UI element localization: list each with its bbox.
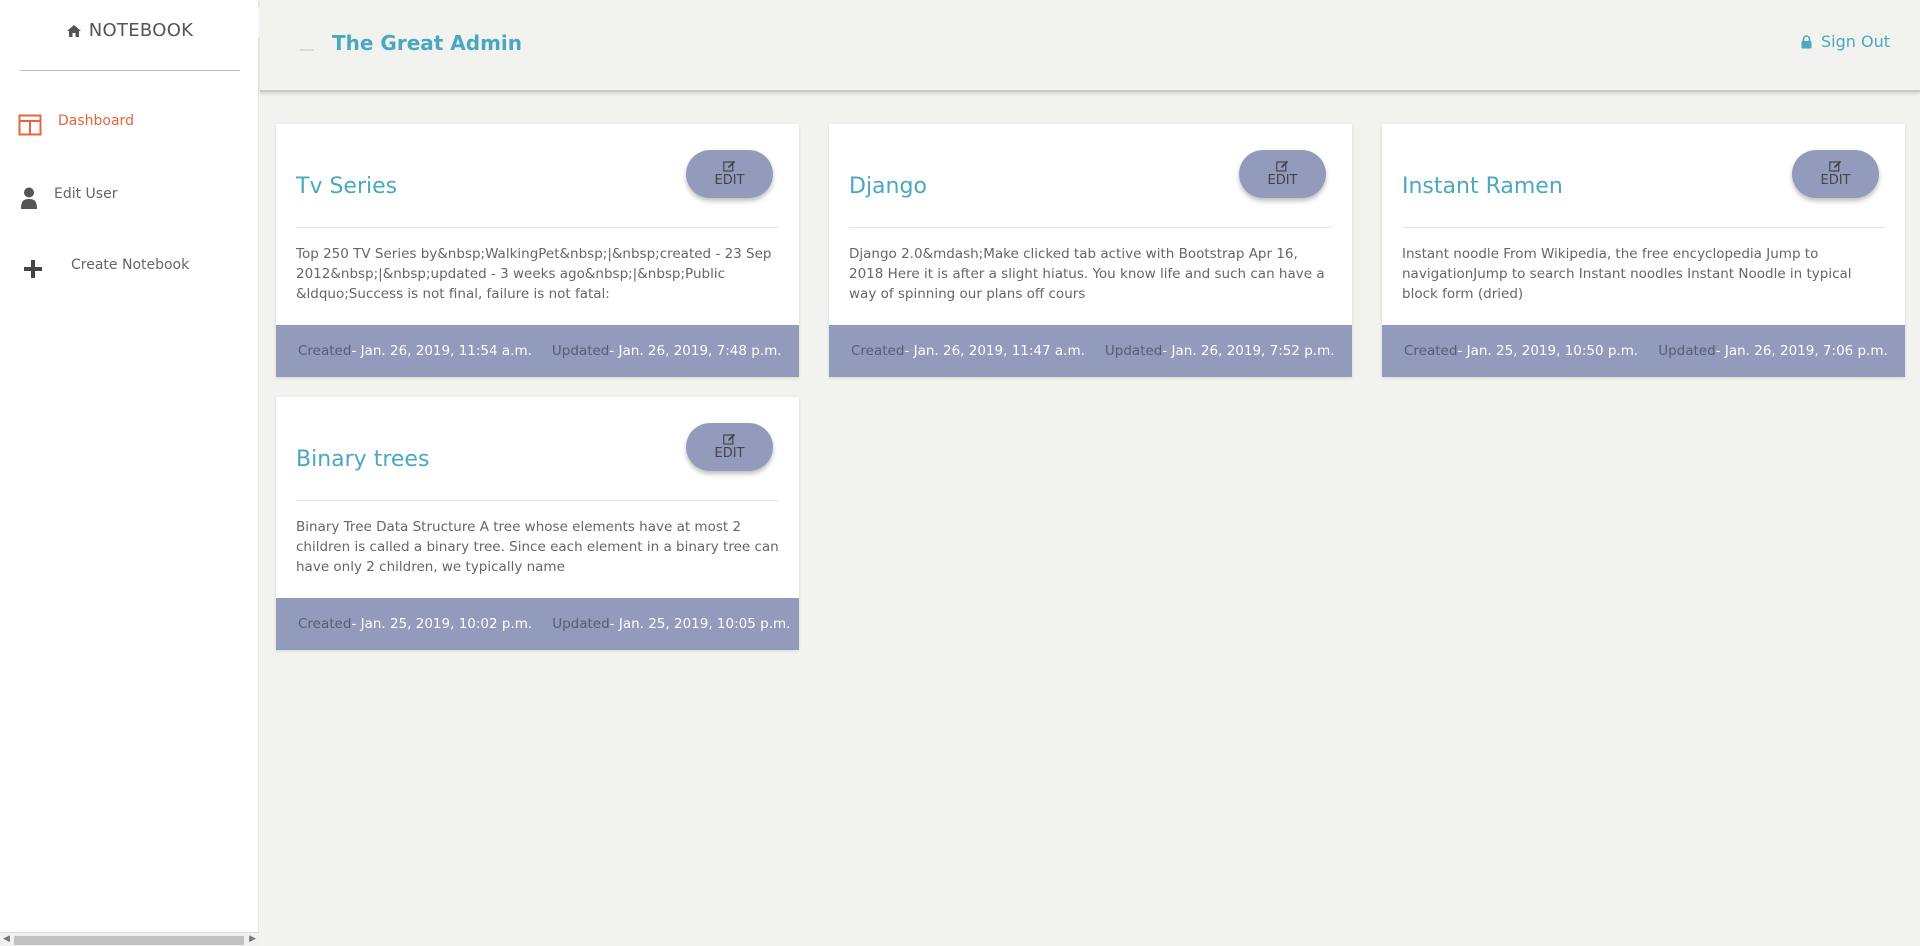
notebook-title[interactable]: Django bbox=[849, 174, 927, 199]
sidebar-horizontal-scrollbar[interactable]: ◀ ▶ bbox=[0, 932, 259, 946]
edit-label: EDIT bbox=[714, 173, 745, 188]
scrollbar-thumb[interactable] bbox=[14, 936, 244, 945]
edit-button[interactable]: EDIT bbox=[686, 150, 773, 198]
edit-icon bbox=[723, 433, 736, 445]
card-divider bbox=[296, 500, 779, 501]
updated-label: Updated bbox=[552, 616, 610, 632]
created-date: - Jan. 26, 2019, 11:54 a.m. bbox=[351, 343, 532, 359]
card-divider bbox=[296, 227, 779, 228]
sidebar-item-label: Edit User bbox=[54, 186, 118, 202]
created-date: - Jan. 25, 2019, 10:50 p.m. bbox=[1457, 343, 1639, 359]
edit-button[interactable]: EDIT bbox=[686, 423, 773, 471]
sidebar-item-edit-user[interactable]: Edit User bbox=[0, 186, 117, 210]
sidebar-item-label: Dashboard bbox=[58, 113, 134, 129]
notebook-card: Django EDIT Django 2.0&mdash;Make clicke… bbox=[829, 124, 1352, 377]
sidebar-item-create-notebook[interactable]: Create Notebook bbox=[0, 257, 190, 279]
created-date: - Jan. 26, 2019, 11:47 a.m. bbox=[904, 343, 1085, 359]
created-label: Created bbox=[298, 616, 352, 632]
created-label: Created bbox=[298, 343, 352, 359]
created-label: Created bbox=[1404, 343, 1458, 359]
notebook-card: Tv Series EDIT Top 250 TV Series by&nbsp… bbox=[276, 124, 799, 377]
updated-label: Updated bbox=[551, 343, 610, 359]
notebook-description: Instant noodle From Wikipedia, the free … bbox=[1402, 246, 1852, 302]
notebook-title[interactable]: Tv Series bbox=[296, 174, 397, 199]
notebook-description: Django 2.0&mdash;Make clicked tab active… bbox=[849, 246, 1325, 302]
edit-icon bbox=[1829, 160, 1842, 172]
card-footer: Created - Jan. 25, 2019, 10:02 p.m. Upda… bbox=[276, 598, 799, 650]
top-navbar: The Great Admin Sign Out bbox=[260, 0, 1920, 92]
edit-icon bbox=[1276, 160, 1289, 172]
updated-date: - Jan. 26, 2019, 7:48 p.m. bbox=[609, 343, 782, 359]
updated-date: - Jan. 25, 2019, 10:05 p.m. bbox=[609, 616, 791, 632]
updated-date: - Jan. 26, 2019, 7:06 p.m. bbox=[1715, 343, 1888, 359]
brand[interactable]: NOTEBOOK bbox=[0, 20, 259, 41]
created-label: Created bbox=[851, 343, 905, 359]
created-date: - Jan. 25, 2019, 10:02 p.m. bbox=[351, 616, 533, 632]
page-title[interactable]: The Great Admin bbox=[332, 31, 522, 55]
brand-label: NOTEBOOK bbox=[88, 20, 194, 41]
edit-label: EDIT bbox=[714, 446, 745, 461]
lock-icon bbox=[1801, 34, 1812, 49]
card-footer: Created - Jan. 26, 2019, 11:47 a.m. Upda… bbox=[829, 325, 1352, 377]
notebook-card: Binary trees EDIT Binary Tree Data Struc… bbox=[276, 397, 799, 650]
card-footer: Created - Jan. 25, 2019, 10:50 p.m. Upda… bbox=[1382, 325, 1905, 377]
menu-toggle-icon[interactable] bbox=[300, 49, 314, 51]
card-footer: Created - Jan. 26, 2019, 11:54 a.m. Upda… bbox=[276, 325, 799, 377]
edit-label: EDIT bbox=[1267, 173, 1298, 188]
edit-button[interactable]: EDIT bbox=[1792, 150, 1879, 198]
plus-icon bbox=[23, 259, 43, 279]
sidebar: NOTEBOOK Dashboard Edit User Create Note… bbox=[0, 0, 275, 946]
scroll-left-arrow-icon[interactable]: ◀ bbox=[3, 934, 10, 944]
columns-icon bbox=[18, 114, 42, 136]
card-divider bbox=[1402, 227, 1885, 228]
notebook-description: Binary Tree Data Structure A tree whose … bbox=[296, 519, 779, 575]
notebook-title[interactable]: Instant Ramen bbox=[1402, 174, 1563, 199]
notebook-title[interactable]: Binary trees bbox=[296, 447, 429, 472]
home-icon bbox=[66, 24, 82, 38]
notebook-card: Instant Ramen EDIT Instant noodle From W… bbox=[1382, 124, 1905, 377]
edit-icon bbox=[723, 160, 736, 172]
sign-out-link[interactable]: Sign Out bbox=[1801, 32, 1890, 51]
notebook-description: Top 250 TV Series by&nbsp;WalkingPet&nbs… bbox=[296, 246, 772, 302]
edit-label: EDIT bbox=[1820, 173, 1851, 188]
brand-divider bbox=[20, 70, 240, 71]
sidebar-item-label: Create Notebook bbox=[71, 257, 190, 273]
sidebar-item-dashboard[interactable]: Dashboard bbox=[0, 113, 134, 136]
edit-button[interactable]: EDIT bbox=[1239, 150, 1326, 198]
updated-date: - Jan. 26, 2019, 7:52 p.m. bbox=[1162, 343, 1335, 359]
updated-label: Updated bbox=[1104, 343, 1163, 359]
card-divider bbox=[849, 227, 1332, 228]
user-icon bbox=[20, 186, 38, 210]
scroll-right-arrow-icon[interactable]: ▶ bbox=[249, 934, 256, 944]
updated-label: Updated bbox=[1658, 343, 1716, 359]
sign-out-label: Sign Out bbox=[1821, 32, 1890, 51]
